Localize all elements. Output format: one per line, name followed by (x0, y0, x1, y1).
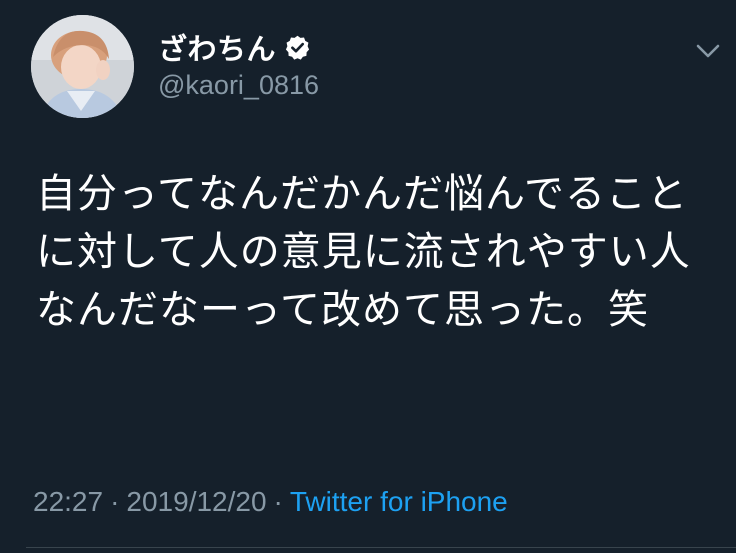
tweet-metadata: 22:27 · 2019/12/20 · Twitter for iPhone (33, 486, 508, 518)
user-handle[interactable]: @kaori_0816 (158, 70, 319, 101)
display-name-row[interactable]: ざわちん (158, 28, 311, 66)
tweet-source-link[interactable]: Twitter for iPhone (290, 486, 508, 517)
meta-separator: · (273, 486, 283, 517)
display-name[interactable]: ざわちん (158, 26, 276, 68)
tweet-text: 自分ってなんだかんだ悩んでることに対して人の意見に流されやすい人なんだなーって改… (36, 171, 691, 333)
tweet-detail: ざわちん @kaori_0816 自分ってなんだかんだ悩んでることに対して人の意… (0, 0, 736, 553)
divider (26, 547, 736, 548)
chevron-down-icon[interactable] (693, 38, 723, 64)
avatar-image (31, 15, 134, 118)
tweet-time[interactable]: 22:27 (33, 486, 103, 517)
verified-badge-icon (285, 35, 310, 60)
tweet-date[interactable]: 2019/12/20 (126, 486, 266, 517)
avatar[interactable] (31, 15, 134, 118)
meta-separator: · (110, 486, 120, 517)
